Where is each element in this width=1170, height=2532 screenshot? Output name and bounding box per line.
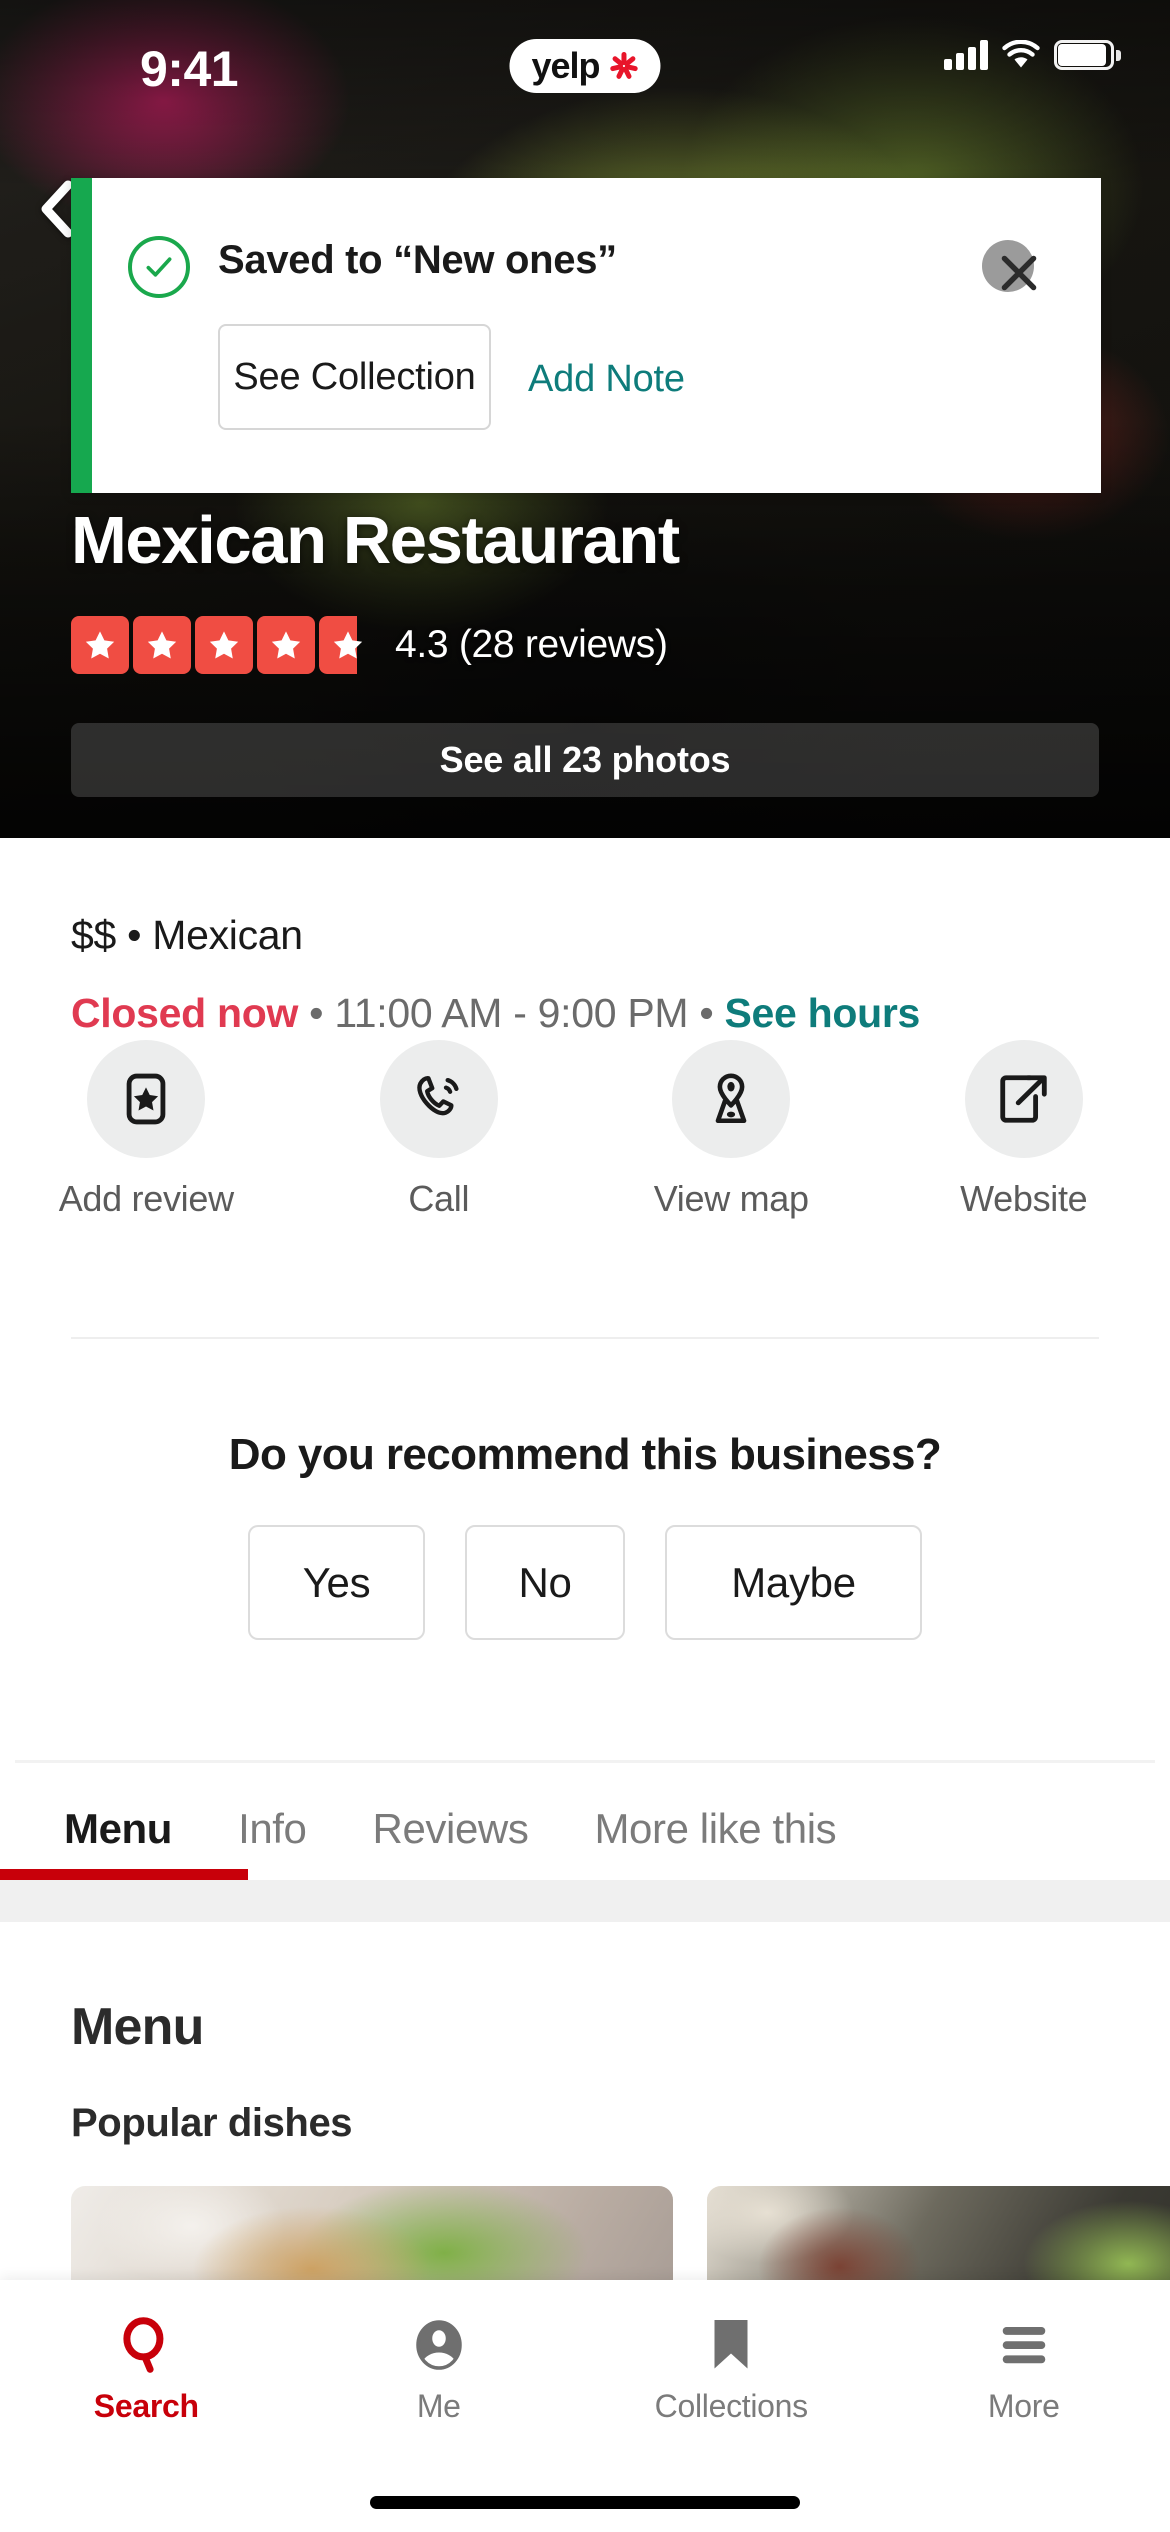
cellular-signal-icon xyxy=(944,40,988,70)
action-view-map[interactable]: View map xyxy=(585,1040,878,1270)
status-bar-indicators xyxy=(944,39,1121,70)
tab-reviews[interactable]: Reviews xyxy=(373,1766,595,1892)
nav-item-search[interactable]: Search xyxy=(0,2302,293,2425)
tabs-bottom-band xyxy=(0,1880,1170,1922)
check-circle-icon xyxy=(128,236,190,298)
action-label-view-map: View map xyxy=(653,1178,809,1219)
star-filled-4 xyxy=(257,616,315,674)
star-filled-1 xyxy=(71,616,129,674)
recommend-question: Do you recommend this business? xyxy=(228,1430,942,1479)
person-circle-icon xyxy=(409,2302,469,2388)
hours-separator-2: • xyxy=(688,990,725,1036)
bottom-nav-items: Search Me Collections More xyxy=(0,2280,1170,2425)
rating-text: 4.3 (28 reviews) xyxy=(395,623,668,666)
menu-section-heading: Menu xyxy=(71,1998,204,2056)
nav-item-me[interactable]: Me xyxy=(293,2302,586,2425)
star-filled-3 xyxy=(195,616,253,674)
recommend-options: Yes No Maybe xyxy=(0,1525,1170,1640)
external-link-icon xyxy=(964,1040,1083,1158)
add-note-link[interactable]: Add Note xyxy=(528,358,685,401)
nav-label-more: More xyxy=(987,2388,1060,2424)
star-rating[interactable] xyxy=(71,616,377,674)
hamburger-menu-icon xyxy=(995,2302,1053,2388)
page-title: Mexican Restaurant xyxy=(71,503,680,578)
action-add-review[interactable]: Add review xyxy=(0,1040,293,1270)
tab-more-like-this[interactable]: More like this xyxy=(594,1766,856,1892)
action-call[interactable]: Call xyxy=(293,1040,586,1270)
bottom-navigation-bar: Search Me Collections More xyxy=(0,2280,1170,2532)
status-bar: 9:41 yelp xyxy=(0,0,1170,100)
hours-separator-1: • xyxy=(298,990,335,1036)
toast-title: Saved to “New ones” xyxy=(218,238,617,282)
tabs-top-divider xyxy=(15,1760,1155,1763)
star-partial-5 xyxy=(319,616,377,674)
toast-close-button[interactable] xyxy=(982,240,1044,302)
nav-label-search: Search xyxy=(93,2388,199,2424)
wifi-icon xyxy=(1002,39,1040,70)
price-and-category: $$ • Mexican xyxy=(71,912,303,958)
section-divider xyxy=(71,1337,1099,1339)
open-status-badge: Closed now xyxy=(71,990,299,1036)
nav-item-more[interactable]: More xyxy=(878,2302,1170,2425)
action-label-website: Website xyxy=(960,1178,1088,1219)
toast-body: Saved to “New ones” See Collection Add N… xyxy=(92,178,1101,493)
home-indicator xyxy=(370,2496,800,2509)
add-review-star-icon xyxy=(87,1040,206,1158)
recommend-yes-button[interactable]: Yes xyxy=(248,1525,425,1640)
tab-info[interactable]: Info xyxy=(238,1766,372,1892)
status-bar-time: 9:41 xyxy=(140,41,239,97)
saved-to-collection-toast: Saved to “New ones” See Collection Add N… xyxy=(71,178,1101,493)
rating-row[interactable]: 4.3 (28 reviews) xyxy=(71,616,668,674)
recommend-no-button[interactable]: No xyxy=(465,1525,625,1640)
popular-dishes-heading: Popular dishes xyxy=(71,2101,353,2145)
toast-accent-bar xyxy=(71,178,92,493)
phone-call-icon xyxy=(379,1040,498,1158)
action-label-add-review: Add review xyxy=(58,1178,234,1219)
map-pin-icon xyxy=(672,1040,791,1158)
see-collection-button[interactable]: See Collection xyxy=(218,324,491,430)
recommend-maybe-button[interactable]: Maybe xyxy=(665,1525,922,1640)
nav-label-collections: Collections xyxy=(654,2388,809,2424)
see-hours-link[interactable]: See hours xyxy=(725,990,921,1036)
hours-text: 11:00 AM - 9:00 PM xyxy=(334,990,689,1036)
yelp-brand-pill: yelp xyxy=(509,39,661,93)
action-website[interactable]: Website xyxy=(878,1040,1170,1270)
bookmark-icon xyxy=(705,2302,757,2388)
nav-item-collections[interactable]: Collections xyxy=(585,2302,878,2425)
search-icon xyxy=(115,2302,177,2388)
quick-actions-row: Add review Call View map Website xyxy=(0,1040,1170,1270)
see-all-photos-button[interactable]: See all 23 photos xyxy=(71,723,1099,797)
tab-active-underline xyxy=(0,1869,248,1880)
battery-icon xyxy=(1054,40,1121,70)
action-label-call: Call xyxy=(408,1178,470,1219)
close-x-icon xyxy=(1001,255,1037,291)
nav-label-me: Me xyxy=(416,2388,461,2424)
yelp-burst-icon xyxy=(609,51,639,81)
hours-row: Closed now • 11:00 AM - 9:00 PM • See ho… xyxy=(71,990,920,1037)
yelp-wordmark: yelp xyxy=(531,45,600,86)
star-filled-2 xyxy=(133,616,191,674)
